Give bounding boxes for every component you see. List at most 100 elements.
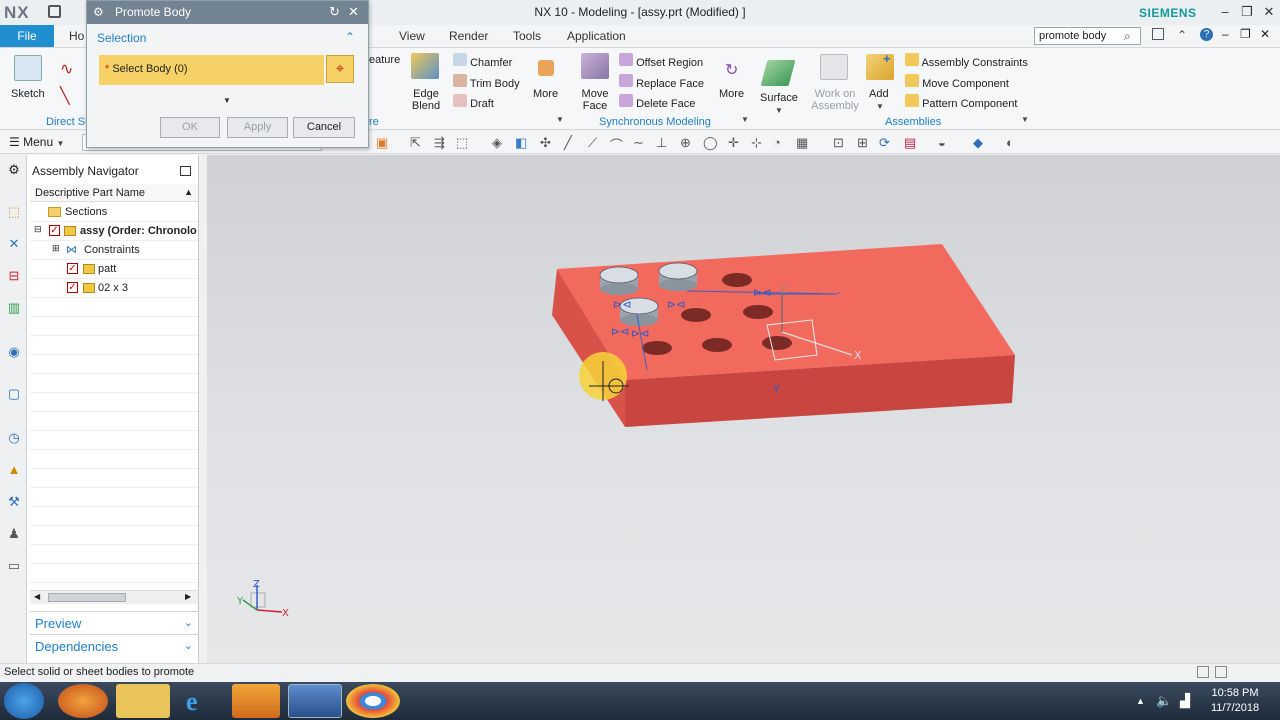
cube-icon[interactable]: ◧ <box>515 135 527 151</box>
roles-icon[interactable]: ♟ <box>6 526 22 542</box>
feature-select-icon[interactable]: ⇶ <box>434 135 445 151</box>
firefox-icon[interactable] <box>58 684 108 718</box>
checkbox-icon[interactable]: ✓ <box>67 282 78 293</box>
ok-button[interactable]: OK <box>160 117 220 138</box>
dialog-titlebar[interactable]: ⚙ Promote Body ↻ ✕ <box>87 1 368 24</box>
model-svg[interactable]: ⊳⊲ ⊳⊲ ⊳⊲ ⊳⊲ ⊳⊲ X Z Y Z X Y <box>207 155 1280 663</box>
clock[interactable]: 10:58 PM 11/7/2018 <box>1200 686 1270 716</box>
trim-body-button[interactable]: Trim Body <box>453 74 520 90</box>
intersection-icon[interactable]: ✛ <box>728 135 739 151</box>
window-icon[interactable] <box>1152 28 1164 40</box>
pattern-component-button[interactable]: Pattern Component <box>905 94 1017 110</box>
search-icon[interactable]: ⌕ <box>1124 29 1131 44</box>
tree-row-constraints[interactable]: ⊞ ⋈ Constraints <box>30 241 198 260</box>
reuse-library-icon[interactable]: ▥ <box>6 300 22 316</box>
point-on-curve-icon[interactable]: ⊹ <box>751 135 762 151</box>
select-body-row[interactable]: * Select Body (0) <box>99 55 324 85</box>
reset-icon[interactable]: ↻ <box>329 4 340 20</box>
draft-button[interactable]: Draft <box>453 94 494 110</box>
preview-section[interactable]: Preview ⌄ <box>30 611 198 633</box>
checkbox-icon[interactable]: ✓ <box>49 225 60 236</box>
arc-icon[interactable]: ⌒ <box>610 135 623 154</box>
line-icon[interactable]: ╲ <box>60 86 70 106</box>
mid-point-icon[interactable]: ⊥ <box>656 135 667 151</box>
tab-application[interactable]: Application <box>567 29 626 43</box>
menu-button[interactable]: ☰ Menu ▼ <box>9 135 64 149</box>
restore-button[interactable]: ❐ <box>1238 4 1256 20</box>
chamfer-button[interactable]: Chamfer <box>453 53 512 69</box>
end-point-icon[interactable]: ∼ <box>633 135 644 151</box>
nx-taskbar-icon[interactable] <box>288 684 342 718</box>
circle-snap-icon[interactable]: ◯ <box>703 135 718 151</box>
bounded-grid-icon[interactable]: ▦ <box>796 135 808 151</box>
show-hide-icon[interactable]: ◐ <box>1006 135 1014 150</box>
scroll-left-icon[interactable]: ◀ <box>34 592 40 601</box>
hd3d-icon[interactable]: ◉ <box>6 344 22 360</box>
expand-dialog-icon[interactable]: ▼ <box>223 96 231 105</box>
hole[interactable] <box>702 338 732 352</box>
system-scenes-icon[interactable]: ▭ <box>6 558 22 574</box>
curve-icon[interactable]: ∿ <box>60 59 73 79</box>
collapse-icon[interactable]: ⊟ <box>34 224 42 235</box>
tab-file[interactable]: File <box>0 25 54 47</box>
start-button-icon[interactable] <box>4 683 44 719</box>
scrollbar-thumb[interactable] <box>48 593 126 602</box>
restore-doc-button[interactable]: ❐ <box>1240 27 1251 41</box>
hole[interactable] <box>642 341 672 355</box>
wireframe-icon[interactable]: ✣ <box>540 135 551 151</box>
part-navigator-icon[interactable]: ⊟ <box>6 268 22 284</box>
process-studio-icon[interactable]: ⚒ <box>6 494 22 510</box>
more-feature-button[interactable]: More <box>533 88 558 100</box>
hole[interactable] <box>743 305 773 319</box>
chevron-down-icon[interactable]: ▼ <box>1021 115 1029 124</box>
tree-row-02x3[interactable]: ✓ 02 x 3 <box>30 279 198 298</box>
media-player-icon[interactable] <box>232 684 280 718</box>
file-explorer-icon[interactable] <box>116 684 170 718</box>
tree-row-assy[interactable]: ⊟ ✓ assy (Order: Chronolo <box>30 222 198 241</box>
center-point-icon[interactable]: ⊕ <box>680 135 691 151</box>
close-icon[interactable]: ✕ <box>348 4 359 20</box>
more-sync-button[interactable]: More <box>719 88 744 100</box>
web-browser-icon[interactable]: ▢ <box>6 386 22 402</box>
sketch-button[interactable] <box>14 55 42 81</box>
status-fullscreen-icon[interactable] <box>1215 666 1227 678</box>
expand-icon[interactable]: ⊞ <box>52 243 60 254</box>
status-icon[interactable] <box>1197 666 1209 678</box>
snap-icon[interactable]: ▣ <box>376 135 388 151</box>
network-icon[interactable]: ▟ <box>1180 693 1190 709</box>
horizontal-scrollbar[interactable]: ◀ ▶ <box>30 590 198 604</box>
tree-row-sections[interactable]: Sections <box>30 203 198 222</box>
offset-region-button[interactable]: Offset Region <box>619 53 703 69</box>
assembly-navigator-icon[interactable]: ⬚ <box>6 204 22 220</box>
hole[interactable] <box>681 308 711 322</box>
help-icon[interactable]: ? <box>1200 28 1213 41</box>
pin[interactable] <box>658 262 698 291</box>
dependencies-section[interactable]: Dependencies ⌄ <box>30 634 198 656</box>
constraint-navigator-icon[interactable]: ✕ <box>6 236 22 252</box>
close-doc-button[interactable]: ✕ <box>1260 27 1270 41</box>
tree-row-patt[interactable]: ✓ patt <box>30 260 198 279</box>
chevron-down-icon[interactable]: ▼ <box>556 115 564 124</box>
shaded-icon[interactable]: ◆ <box>973 135 983 151</box>
view-orient-icon[interactable]: ▤ <box>904 135 916 151</box>
point-on-face-icon[interactable]: ◔ <box>773 135 781 150</box>
line-snap-icon[interactable]: ╱ <box>564 135 572 151</box>
hole[interactable] <box>762 336 792 350</box>
tab-tools[interactable]: Tools <box>513 29 541 43</box>
system-materials-icon[interactable]: ▲ <box>6 462 22 478</box>
scroll-right-icon[interactable]: ▶ <box>185 592 191 601</box>
selection-section-header[interactable]: Selection <box>97 31 146 45</box>
apply-button[interactable]: Apply <box>227 117 288 138</box>
move-component-button[interactable]: Move Component <box>905 74 1009 90</box>
edge-icon[interactable]: ⟋ <box>588 135 597 151</box>
edge-blend-button[interactable] <box>411 53 439 79</box>
crosshair-select-icon[interactable]: ⌖ <box>326 55 354 83</box>
checkbox-icon[interactable]: ✓ <box>67 263 78 274</box>
minimize-doc-button[interactable]: – <box>1222 27 1229 41</box>
tab-view[interactable]: View <box>399 29 425 43</box>
move-face-button[interactable] <box>581 53 609 79</box>
rotate-icon[interactable]: ⟳ <box>879 135 890 151</box>
pin[interactable] <box>599 266 639 295</box>
cancel-button[interactable]: Cancel <box>293 117 355 138</box>
minimize-button[interactable]: – <box>1216 4 1234 20</box>
